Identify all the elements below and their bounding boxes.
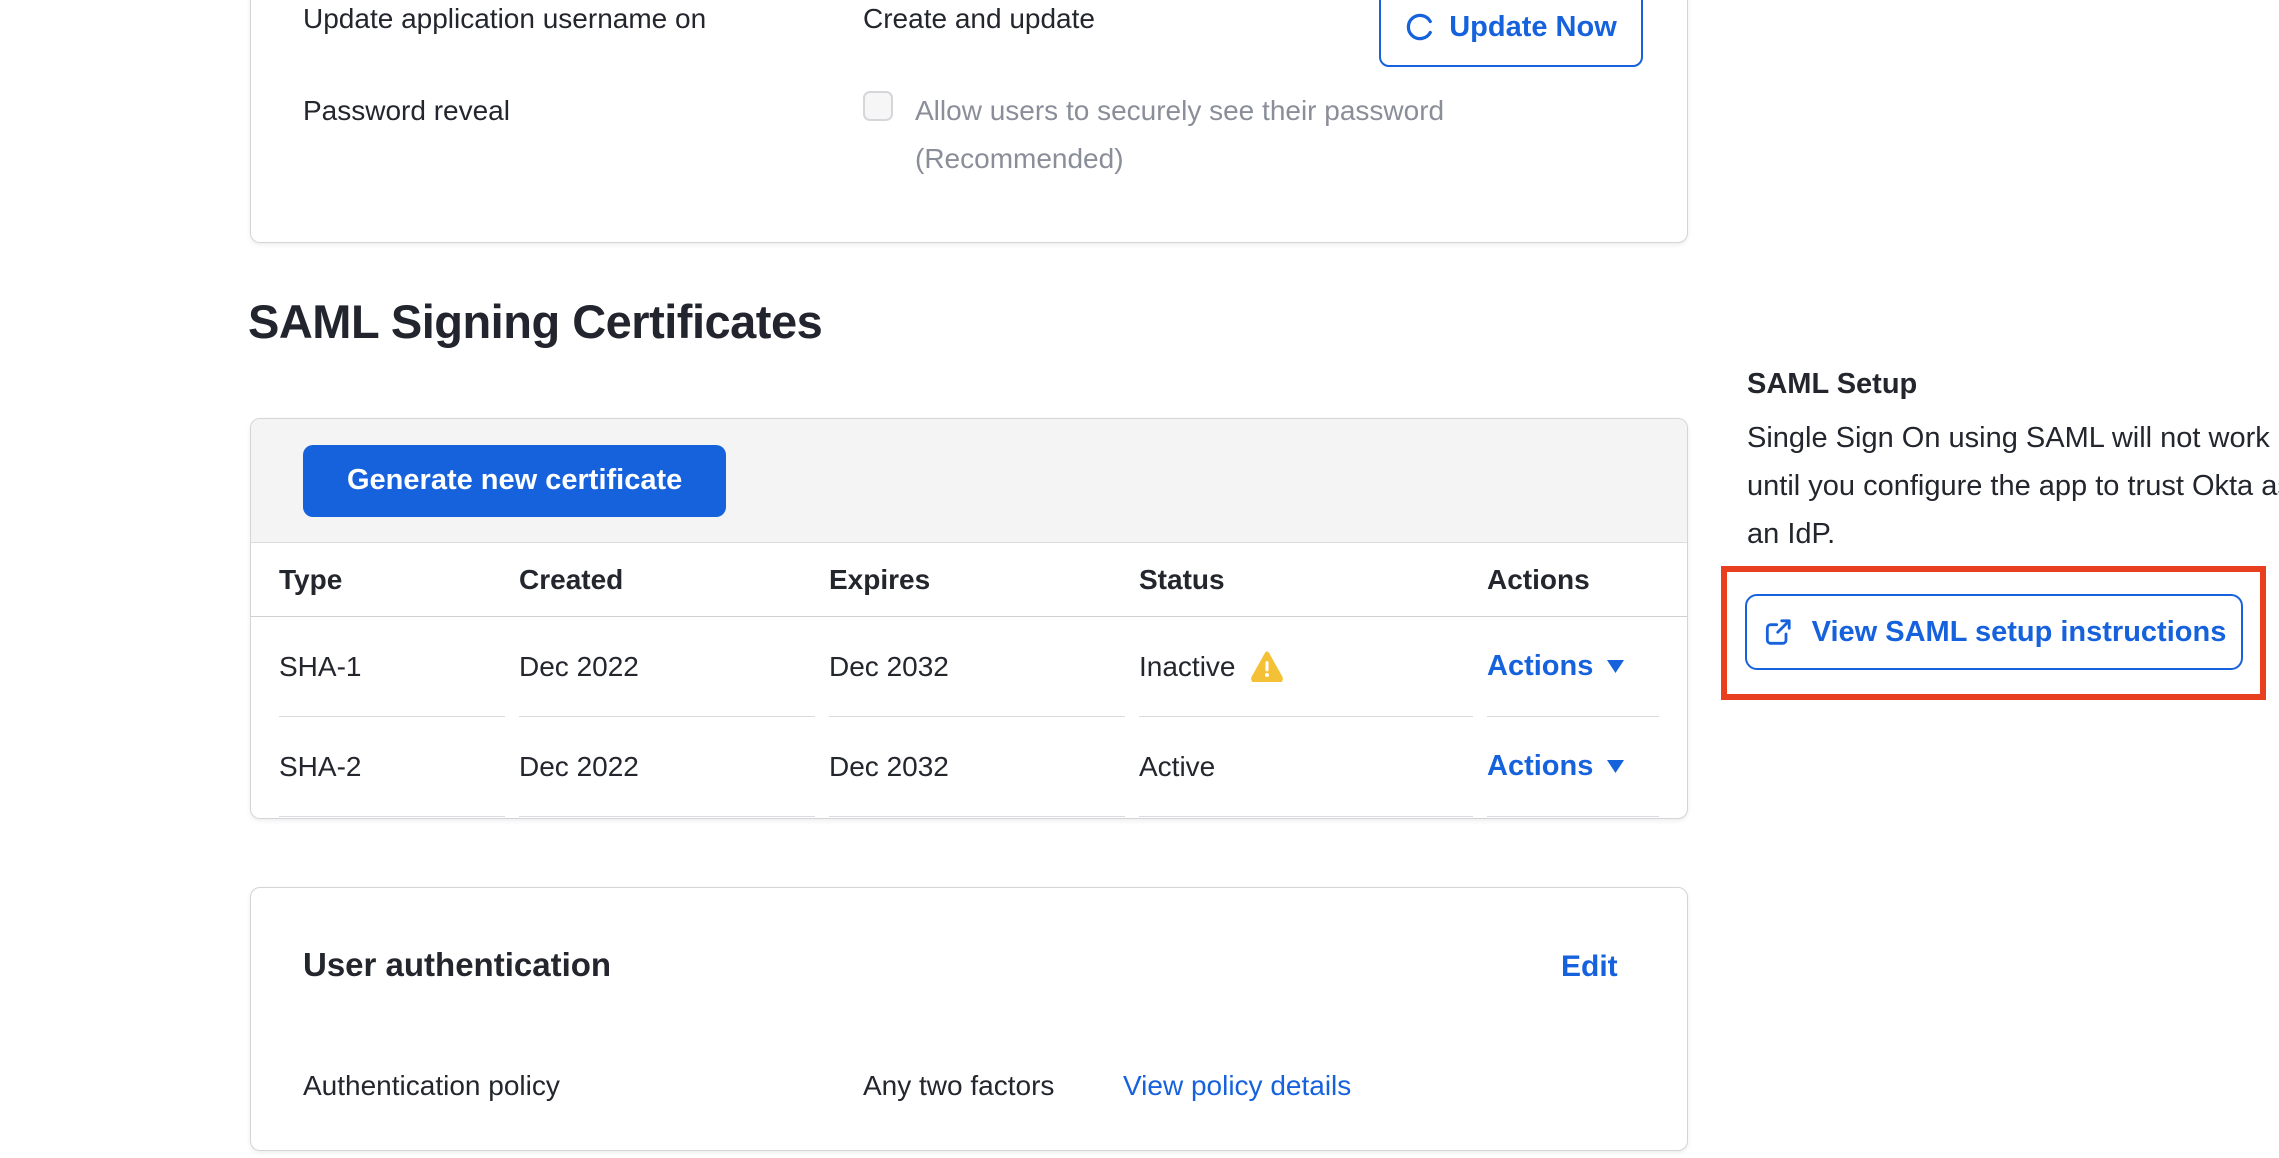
certificates-table-header: Type Created Expires Status Actions bbox=[251, 543, 1687, 617]
edit-link[interactable]: Edit bbox=[1561, 950, 1618, 984]
username-update-label: Update application username on bbox=[303, 3, 706, 35]
authentication-policy-value: Any two factors bbox=[863, 1070, 1054, 1102]
cert-type: SHA-1 bbox=[279, 617, 505, 717]
cert-expires: Dec 2032 bbox=[829, 617, 1125, 717]
update-now-label: Update Now bbox=[1449, 11, 1617, 44]
actions-label: Actions bbox=[1487, 650, 1593, 683]
user-authentication-panel: User authentication Edit Authentication … bbox=[250, 887, 1688, 1151]
column-header-status: Status bbox=[1139, 543, 1473, 616]
status-text: Inactive bbox=[1139, 651, 1236, 683]
view-saml-setup-instructions-label: View SAML setup instructions bbox=[1812, 616, 2227, 649]
external-link-icon bbox=[1762, 616, 1794, 648]
password-reveal-label: Password reveal bbox=[303, 95, 510, 127]
cert-created: Dec 2022 bbox=[519, 617, 815, 717]
saml-certificates-panel: Generate new certificate Type Created Ex… bbox=[250, 418, 1688, 819]
update-now-button[interactable]: Update Now bbox=[1379, 0, 1643, 67]
caret-down-icon bbox=[1607, 660, 1624, 673]
actions-label: Actions bbox=[1487, 750, 1593, 783]
caret-down-icon bbox=[1607, 760, 1624, 773]
cert-expires: Dec 2032 bbox=[829, 717, 1125, 817]
generate-certificate-button[interactable]: Generate new certificate bbox=[303, 445, 726, 517]
authentication-policy-label: Authentication policy bbox=[303, 1070, 560, 1102]
certificate-row-sha1: SHA-1 Dec 2022 Dec 2032 Inactive Actions bbox=[251, 617, 1687, 717]
actions-dropdown[interactable]: Actions bbox=[1487, 650, 1624, 683]
warning-icon bbox=[1250, 651, 1284, 682]
column-header-expires: Expires bbox=[829, 543, 1125, 616]
saml-setup-heading: SAML Setup bbox=[1747, 368, 1917, 401]
view-policy-details-link[interactable]: View policy details bbox=[1123, 1070, 1351, 1102]
status-text: Active bbox=[1139, 751, 1215, 783]
certificate-row-sha2: SHA-2 Dec 2022 Dec 2032 Active Actions bbox=[251, 717, 1687, 817]
app-settings-panel: Update application username on Create an… bbox=[250, 0, 1688, 243]
username-update-value: Create and update bbox=[863, 3, 1095, 35]
view-saml-setup-instructions-button[interactable]: View SAML setup instructions bbox=[1745, 594, 2243, 670]
saml-setup-description: Single Sign On using SAML will not work … bbox=[1747, 414, 2279, 558]
certificates-toolbar: Generate new certificate bbox=[251, 419, 1687, 543]
cert-created: Dec 2022 bbox=[519, 717, 815, 817]
cert-type: SHA-2 bbox=[279, 717, 505, 817]
column-header-created: Created bbox=[519, 543, 815, 616]
column-header-actions: Actions bbox=[1487, 543, 1659, 616]
password-reveal-checkbox-label: Allow users to securely see their passwo… bbox=[915, 95, 1444, 127]
refresh-icon bbox=[1405, 12, 1435, 42]
password-reveal-recommended-label: (Recommended) bbox=[915, 143, 1124, 175]
page-title: SAML Signing Certificates bbox=[248, 294, 822, 349]
annotation-highlight-box: View SAML setup instructions bbox=[1721, 566, 2266, 700]
password-reveal-checkbox[interactable] bbox=[863, 91, 893, 121]
column-header-type: Type bbox=[279, 543, 505, 616]
actions-dropdown[interactable]: Actions bbox=[1487, 750, 1624, 783]
user-authentication-heading: User authentication bbox=[303, 946, 611, 984]
